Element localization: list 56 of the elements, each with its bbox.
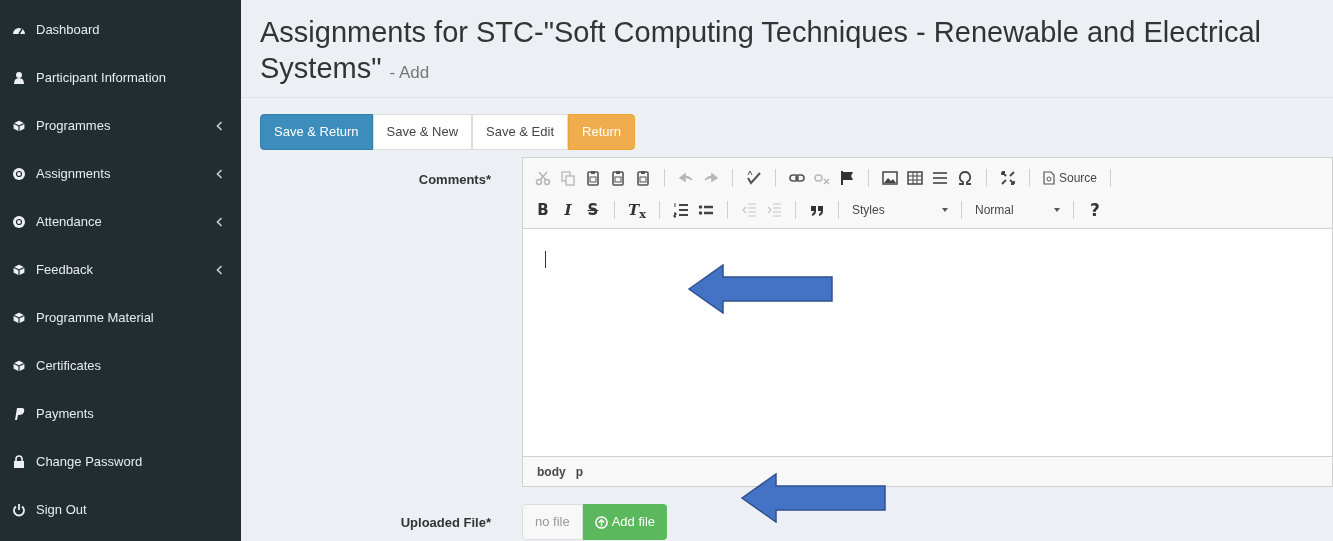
numbered-list-icon[interactable] [673, 202, 689, 218]
caret-icon [1054, 208, 1060, 212]
sidebar-item[interactable]: Dashboard [0, 6, 241, 54]
cube-icon [12, 311, 26, 325]
horizontal-line-icon[interactable] [932, 170, 948, 186]
disc-icon [12, 167, 26, 181]
sidebar-item[interactable]: Feedback [0, 246, 241, 294]
sidebar-item[interactable]: Sign Out [0, 486, 241, 534]
field-label: Uploaded File* [400, 515, 491, 530]
clipboard-icon[interactable] [585, 170, 601, 186]
action-button[interactable]: Save & Edit [472, 114, 569, 150]
styles-dropdown[interactable]: Styles [852, 201, 948, 219]
field-label: Comments* [418, 172, 491, 187]
sidebar-item[interactable]: Programmes [0, 102, 241, 150]
italic-button[interactable]: I [560, 202, 576, 218]
text-cursor [545, 251, 546, 268]
sidebar-item[interactable]: Attendance [0, 198, 241, 246]
user-icon [12, 71, 26, 85]
sidebar-item[interactable]: Assignments [0, 150, 241, 198]
sidebar-item[interactable]: Certificates [0, 342, 241, 390]
page-title: Assignments for STC-"Soft Computing Techniques - Renewable and Electrical Systems" - Add [260, 15, 1263, 86]
power-icon [12, 503, 26, 517]
action-button[interactable]: Save & Return [260, 114, 373, 150]
lock-icon [12, 455, 26, 469]
clipboard-icon[interactable] [635, 170, 651, 186]
element-path-item[interactable]: p [575, 462, 583, 481]
action-button[interactable]: Save & New [372, 114, 473, 150]
clipboard-icon[interactable] [610, 170, 626, 186]
cube-icon [12, 119, 26, 133]
spellcheck-icon[interactable] [746, 170, 762, 186]
strikethrough-button[interactable]: S [585, 202, 601, 218]
cube-icon [12, 263, 26, 277]
page-subtitle: - Add [389, 63, 430, 82]
caret-icon [942, 208, 948, 212]
document-icon [1043, 171, 1055, 185]
element-path-item[interactable]: body [537, 462, 566, 481]
bold-button[interactable]: B [535, 202, 551, 218]
sidebar-item[interactable]: Change Password [0, 438, 241, 486]
image-icon[interactable] [882, 170, 898, 186]
paypal-icon [12, 407, 26, 421]
bulleted-list-icon[interactable] [698, 202, 714, 218]
help-button[interactable]: ? [1087, 202, 1103, 218]
format-dropdown[interactable]: Normal [975, 201, 1060, 219]
remove-format-button[interactable]: T$_{x}$ [628, 202, 646, 218]
flag-icon[interactable] [839, 170, 855, 186]
disc-icon [12, 215, 26, 229]
sidebar-item[interactable]: Participant Information [0, 54, 241, 102]
omega-icon[interactable] [957, 170, 973, 186]
sidebar-item[interactable]: Programme Material [0, 294, 241, 342]
file-name-field: no file [522, 504, 583, 540]
maximize-icon[interactable] [1000, 170, 1016, 186]
source-button[interactable]: Source [1043, 169, 1098, 187]
sidebar-item[interactable]: Payments [0, 390, 241, 438]
table-icon[interactable] [907, 170, 923, 186]
cube-icon [12, 359, 26, 373]
upload-icon [594, 515, 608, 529]
